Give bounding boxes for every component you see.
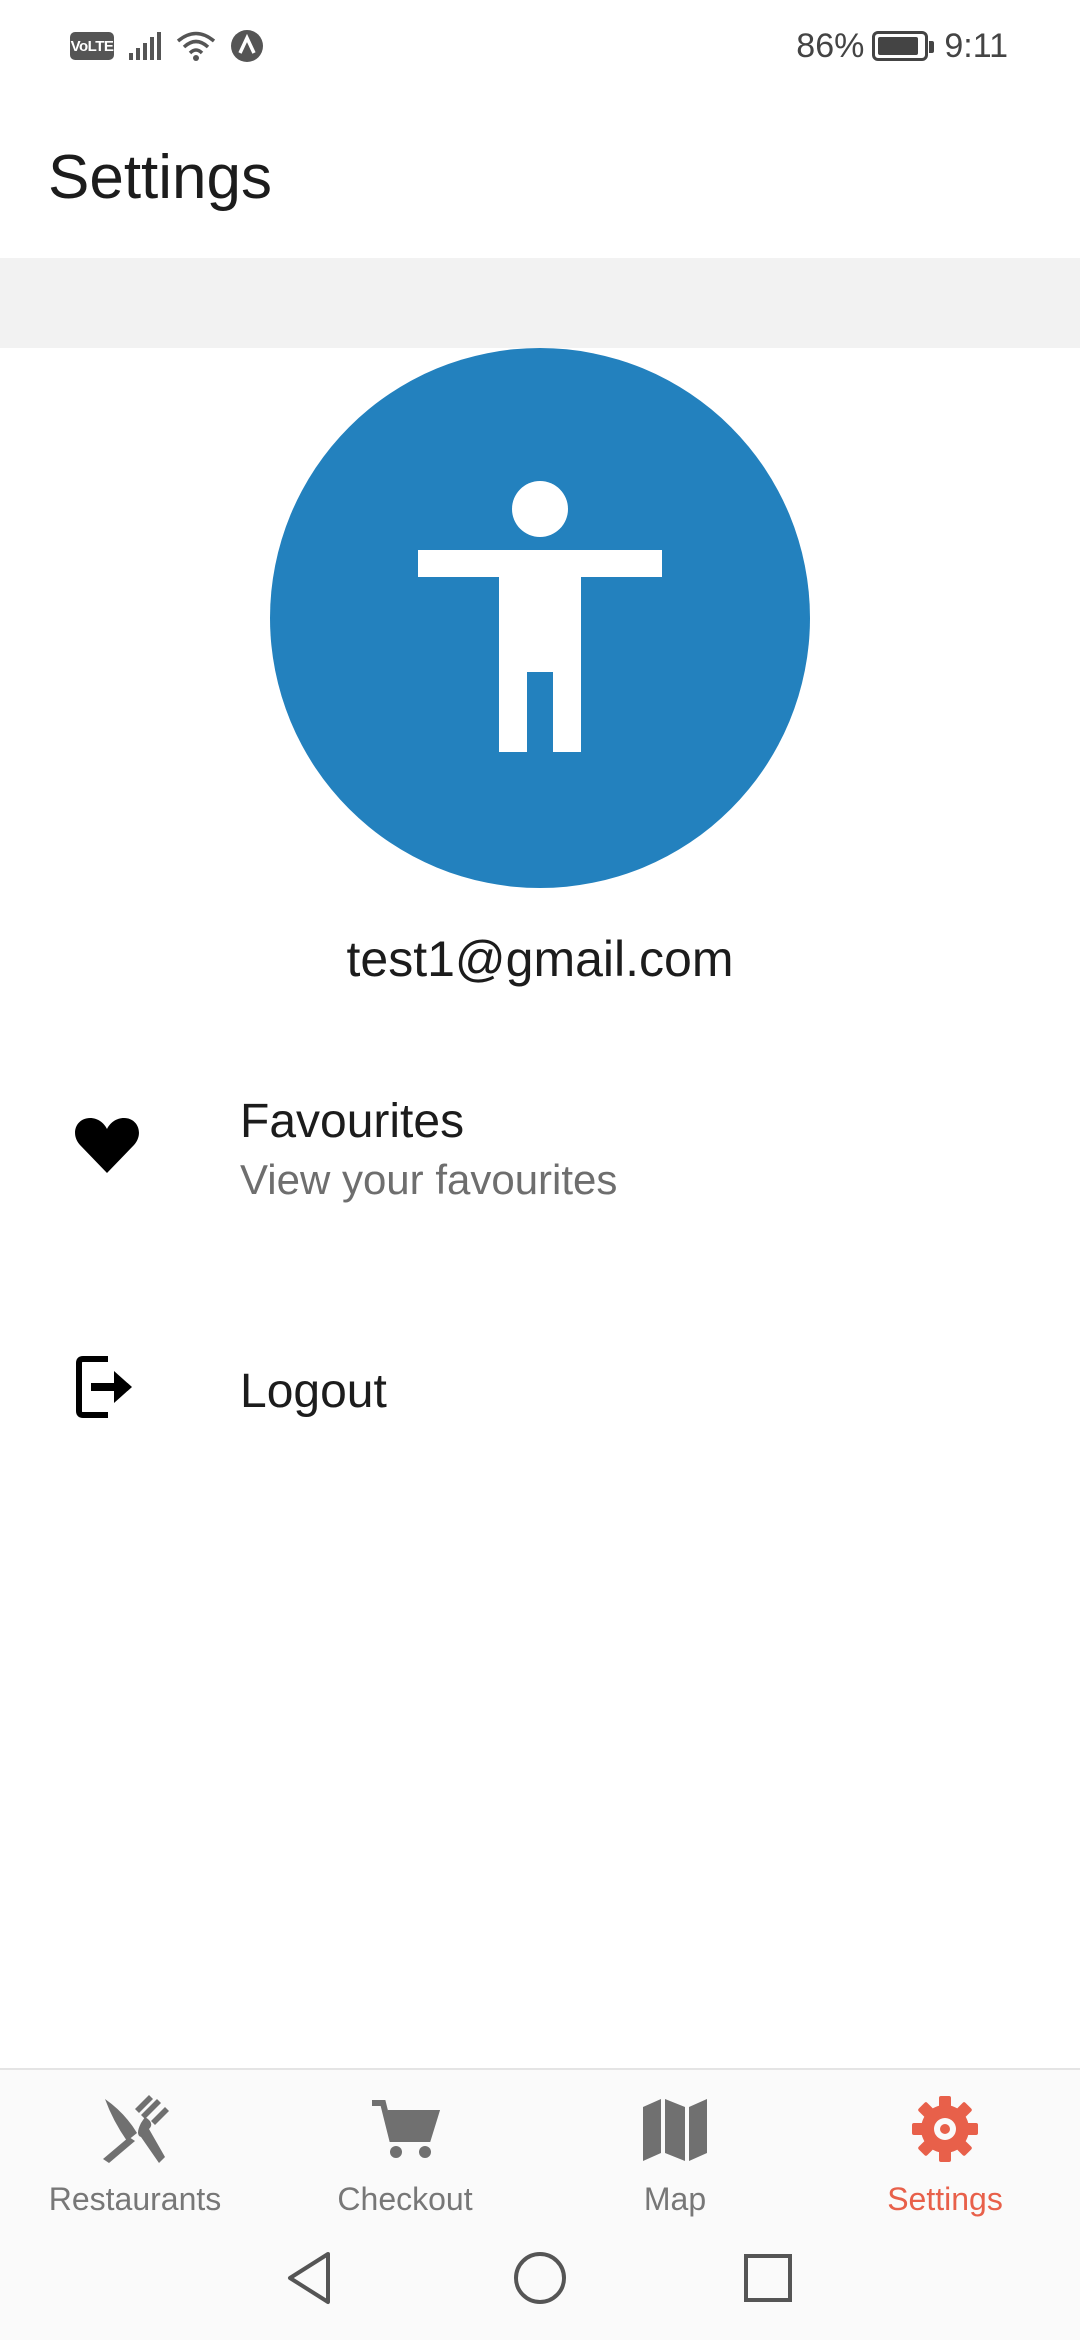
tab-restaurants[interactable]: Restaurants bbox=[0, 2070, 270, 2218]
app-bar: Settings bbox=[0, 92, 1080, 258]
recents-icon[interactable] bbox=[738, 2248, 798, 2308]
tab-map-label: Map bbox=[643, 2181, 707, 2217]
favourites-title: Favourites bbox=[240, 1095, 465, 1148]
header-divider-band bbox=[0, 258, 1080, 348]
user-email: test1@gmail.com bbox=[346, 931, 734, 987]
fork-knife-icon bbox=[103, 2094, 169, 2163]
page-title: Settings bbox=[48, 143, 273, 212]
battery-icon bbox=[872, 31, 935, 61]
app-notification-icon bbox=[231, 30, 263, 62]
tab-settings-label: Settings bbox=[887, 2181, 1003, 2217]
logout-icon bbox=[76, 1356, 132, 1418]
home-icon[interactable] bbox=[510, 2248, 570, 2308]
favourites-subtitle: View your favourites bbox=[240, 1156, 618, 1203]
signal-icon bbox=[129, 32, 161, 60]
favourites-item[interactable]: Favourites View your favourites bbox=[0, 1050, 1080, 1250]
status-bar: VoLTE 86% 9:11 bbox=[0, 0, 1080, 92]
settings-screen: VoLTE 86% 9:11 Settings test1@gmail.com … bbox=[0, 0, 1080, 2340]
logout-title: Logout bbox=[240, 1365, 387, 1418]
tab-checkout[interactable]: Checkout bbox=[270, 2070, 540, 2218]
tab-restaurants-label: Restaurants bbox=[48, 2181, 222, 2217]
tab-checkout-label: Checkout bbox=[337, 2181, 473, 2217]
gear-icon bbox=[912, 2095, 978, 2162]
tab-map[interactable]: Map bbox=[540, 2070, 810, 2218]
cart-icon bbox=[372, 2099, 440, 2158]
wifi-icon bbox=[176, 31, 216, 61]
accessibility-person-icon bbox=[418, 481, 662, 752]
bottom-navigation: Restaurants Checkout Map Settings bbox=[0, 2068, 1080, 2218]
status-left: VoLTE bbox=[70, 26, 264, 66]
status-right: 86% 9:11 bbox=[796, 24, 1008, 68]
volte-icon: VoLTE bbox=[70, 32, 114, 60]
clock: 9:11 bbox=[944, 26, 1008, 65]
heart-icon bbox=[75, 1118, 139, 1173]
map-icon bbox=[643, 2098, 707, 2161]
logout-item[interactable]: Logout bbox=[0, 1290, 1080, 1490]
system-navigation-bar bbox=[0, 2218, 1080, 2340]
avatar bbox=[270, 348, 810, 888]
back-icon[interactable] bbox=[280, 2248, 340, 2308]
battery-percent: 86% bbox=[796, 26, 865, 65]
tab-settings[interactable]: Settings bbox=[810, 2070, 1080, 2218]
